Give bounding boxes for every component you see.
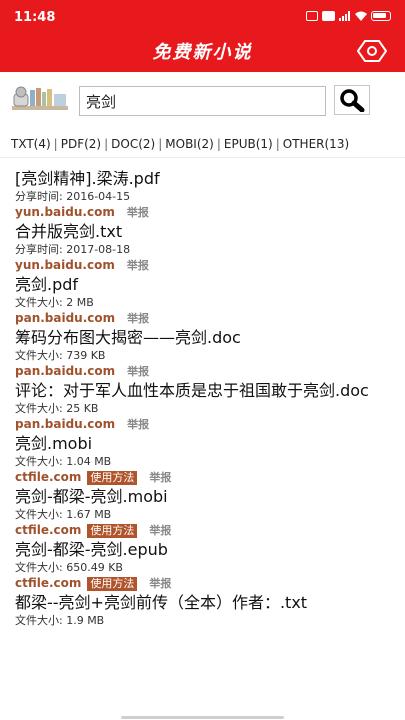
filter-separator: | [104,137,109,151]
settings-icon[interactable] [357,39,387,63]
how-to-use-button[interactable]: 使用方法 [87,523,138,538]
how-to-use-button[interactable]: 使用方法 [87,576,138,591]
result-meta: 文件大小: 739 KB [15,349,106,362]
filter-separator: | [275,137,280,151]
result-domain[interactable]: ctfile.com [15,576,81,591]
divider [0,157,405,158]
filter-txt[interactable]: TXT(4) [11,137,51,151]
search-icon [340,89,365,112]
result-title[interactable]: 评论：对于军人血性本质是忠于祖国敢于亮剑.doc [15,380,393,401]
report-link[interactable]: 举报 [127,258,149,273]
result-domain[interactable]: yun.baidu.com [15,258,115,273]
result-meta: 文件大小: 25 KB [15,402,99,415]
result-item[interactable]: 都梁--亮剑+亮剑前传（全本）作者：.txt 文件大小: 1.9 MB [15,592,393,628]
report-link[interactable]: 举报 [127,417,149,432]
battery-icon [371,11,391,21]
search-button[interactable] [334,85,370,115]
result-meta: 文件大小: 1.9 MB [15,614,105,627]
result-meta: 文件大小: 2 MB [15,296,94,309]
filter-mobi[interactable]: MOBI(2) [165,137,214,151]
search-input[interactable] [79,86,326,116]
result-domain[interactable]: ctfile.com [15,523,81,538]
result-domain[interactable]: pan.baidu.com [15,311,115,326]
result-domain[interactable]: ctfile.com [15,470,81,485]
app-title: 免费新小说 [152,42,253,63]
result-title[interactable]: 筹码分布图大揭密——亮剑.doc [15,327,393,348]
report-link[interactable]: 举报 [149,470,171,485]
result-domain[interactable]: yun.baidu.com [15,205,115,220]
home-indicator[interactable] [121,716,284,719]
filter-other[interactable]: OTHER(13) [283,137,349,151]
results-list: [亮剑精神].梁涛.pdf 分享时间: 2016-04-15 yun.baidu… [0,168,405,634]
status-icons [306,11,391,21]
filter-pdf[interactable]: PDF(2) [61,137,101,151]
result-title[interactable]: 亮剑.pdf [15,274,393,295]
status-time: 11:48 [14,10,56,25]
books-logo-icon [12,86,68,110]
result-item[interactable]: 亮剑-都梁-亮剑.mobi 文件大小: 1.67 MB ctfile.com 使用… [15,486,393,539]
filter-separator: | [53,137,58,151]
result-item[interactable]: 亮剑-都梁-亮剑.epub 文件大小: 650.49 KB ctfile.com… [15,539,393,592]
result-meta: 文件大小: 1.67 MB [15,508,112,521]
hd-icon [322,11,335,21]
result-title[interactable]: 合并版亮剑.txt [15,221,393,242]
result-meta: 分享时间: 2016-04-15 [15,190,131,203]
how-to-use-button[interactable]: 使用方法 [87,470,138,485]
result-meta: 文件大小: 1.04 MB [15,455,112,468]
format-filters: TXT(4) | PDF(2) | DOC(2) | MOBI(2) | EPUB(1) | OTH… [0,137,405,157]
filter-epub[interactable]: EPUB(1) [224,137,273,151]
report-link[interactable]: 举报 [149,576,171,591]
result-domain[interactable]: pan.baidu.com [15,417,115,432]
filter-doc[interactable]: DOC(2) [111,137,155,151]
result-title[interactable]: 亮剑.mobi [15,433,393,454]
result-domain[interactable]: pan.baidu.com [15,364,115,379]
filter-separator: | [158,137,163,151]
result-meta: 文件大小: 650.49 KB [15,561,123,574]
report-link[interactable]: 举报 [127,311,149,326]
signal-icon [339,11,350,21]
result-title[interactable]: 亮剑-都梁-亮剑.mobi [15,486,393,507]
result-item[interactable]: 筹码分布图大揭密——亮剑.doc 文件大小: 739 KB pan.baidu.… [15,327,393,380]
wifi-icon [355,11,367,21]
status-bar: 11:48 [0,0,405,34]
report-link[interactable]: 举报 [127,205,149,220]
result-item[interactable]: 亮剑.pdf 文件大小: 2 MB pan.baidu.com 举报 [15,274,393,327]
report-link[interactable]: 举报 [149,523,171,538]
vibrate-icon [306,11,318,21]
result-meta: 分享时间: 2017-08-18 [15,243,131,256]
result-title[interactable]: [亮剑精神].梁涛.pdf [15,168,393,189]
filter-separator: | [216,137,221,151]
result-item[interactable]: 亮剑.mobi 文件大小: 1.04 MB ctfile.com 使用方法 举报 [15,433,393,486]
report-link[interactable]: 举报 [127,364,149,379]
result-title[interactable]: 都梁--亮剑+亮剑前传（全本）作者：.txt [15,592,393,613]
result-item[interactable]: [亮剑精神].梁涛.pdf 分享时间: 2016-04-15 yun.baidu… [15,168,393,221]
result-item[interactable]: 合并版亮剑.txt 分享时间: 2017-08-18 yun.baidu.com… [15,221,393,274]
result-title[interactable]: 亮剑-都梁-亮剑.epub [15,539,393,560]
result-item[interactable]: 评论：对于军人血性本质是忠于祖国敢于亮剑.doc 文件大小: 25 KB pan… [15,380,393,433]
